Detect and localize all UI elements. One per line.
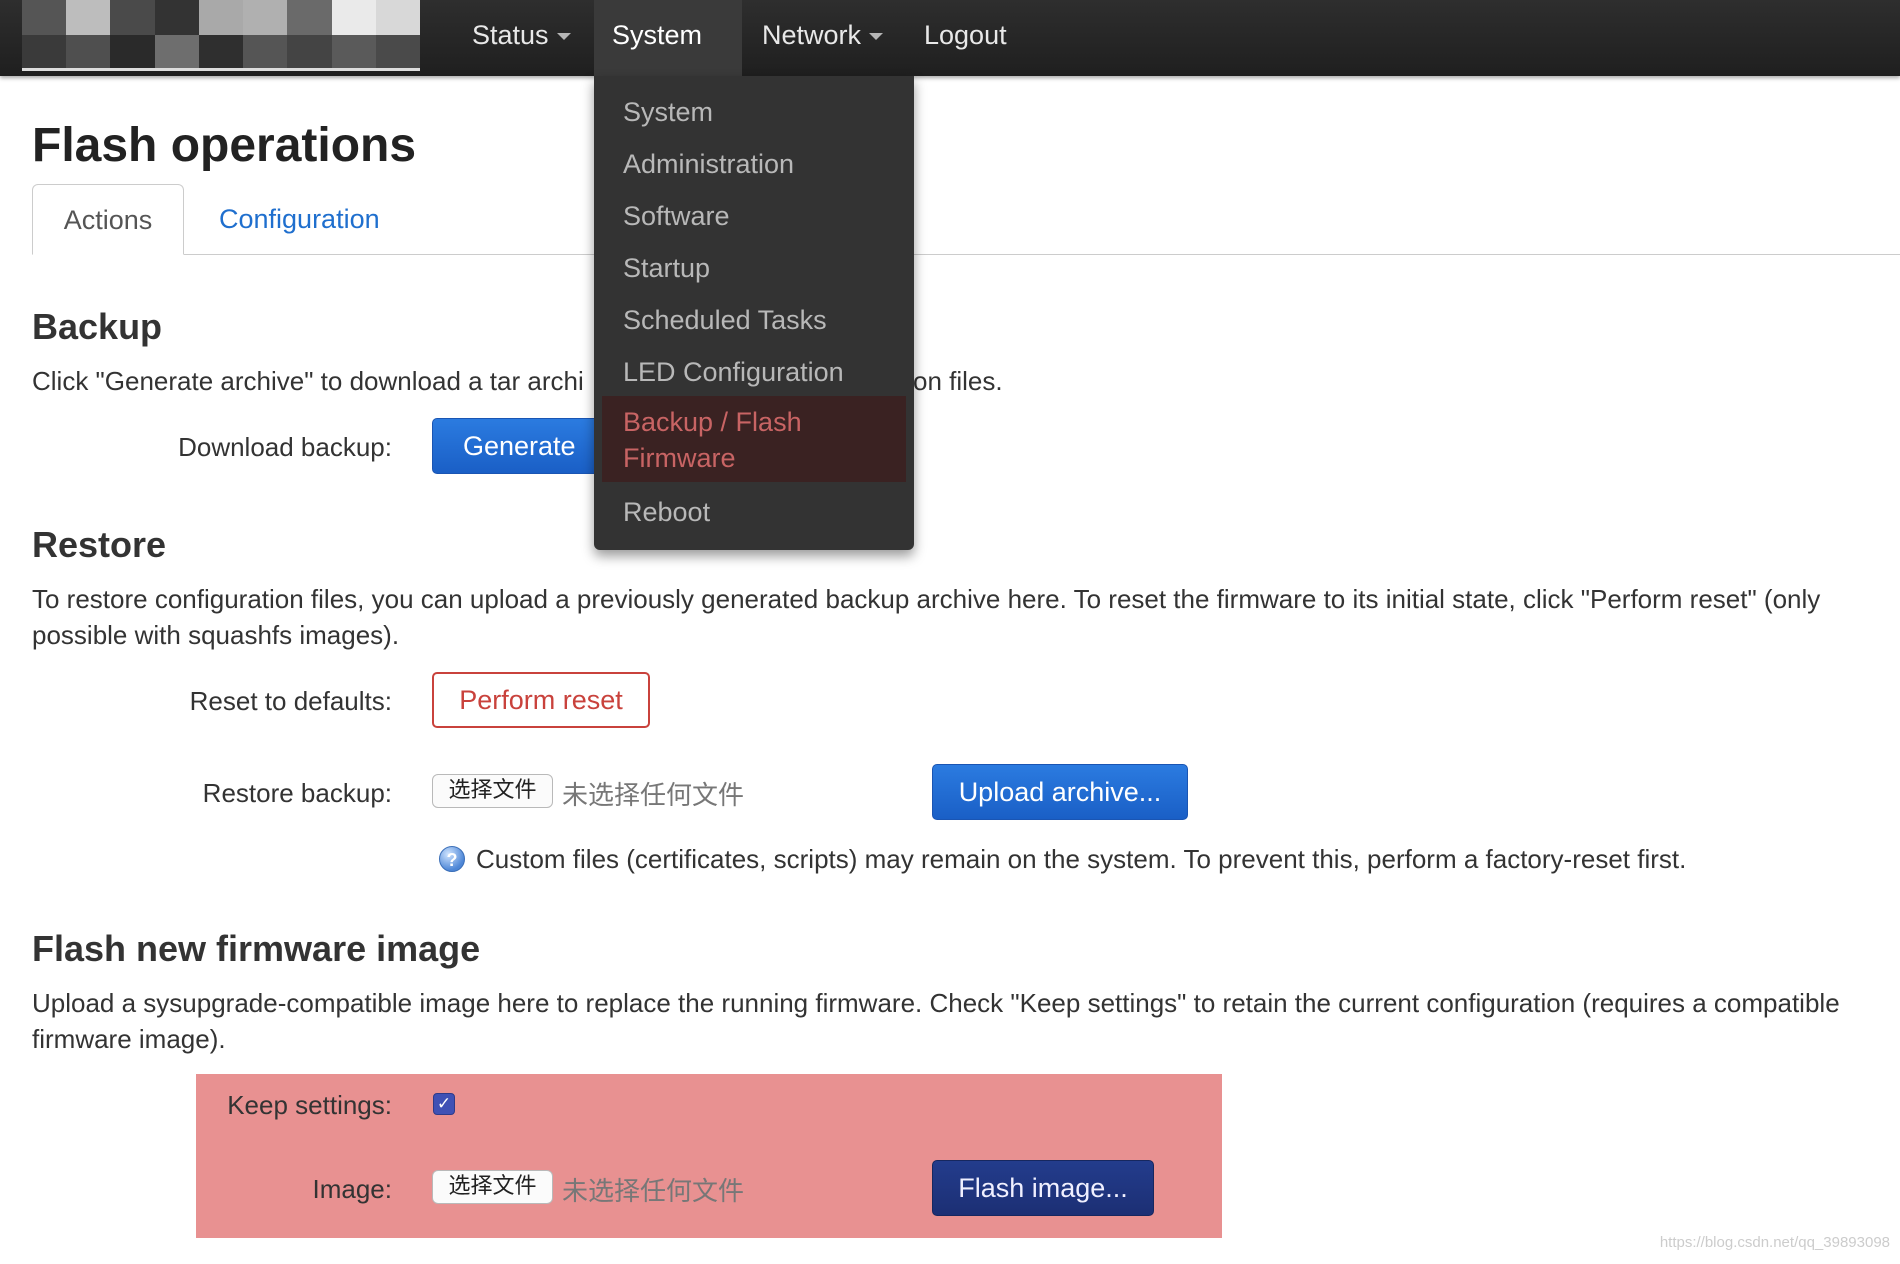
menu-item-led-configuration[interactable]: LED Configuration — [623, 354, 844, 390]
tab-actions[interactable]: Actions — [32, 184, 184, 255]
system-dropdown-menu: System Administration Software Startup S… — [594, 76, 914, 550]
image-label: Image: — [312, 1174, 393, 1204]
reset-defaults-label: Reset to defaults: — [189, 686, 392, 716]
menu-item-software[interactable]: Software — [623, 198, 730, 234]
backup-heading: Backup — [32, 306, 163, 347]
page-title: Flash operations — [32, 119, 417, 172]
restore-heading: Restore — [32, 524, 167, 565]
nav-status[interactable]: Status — [454, 0, 589, 76]
restore-choose-file-button[interactable]: 选择文件 — [432, 774, 553, 808]
restore-description-line2: possible with squashfs images). — [32, 620, 400, 650]
menu-item-administration[interactable]: Administration — [623, 146, 794, 182]
nav-status-label: Status — [472, 20, 549, 50]
keep-settings-label: Keep settings: — [227, 1090, 392, 1120]
tab-configuration[interactable]: Configuration — [219, 184, 380, 254]
brand-logo[interactable] — [22, 0, 420, 70]
menu-item-reboot[interactable]: Reboot — [623, 494, 710, 530]
top-navbar: Status System Network Logout — [0, 0, 1900, 111]
nav-logout[interactable]: Logout — [906, 0, 1025, 76]
restore-backup-label: Restore backup: — [202, 778, 392, 808]
flash-firmware-heading: Flash new firmware image — [32, 928, 481, 969]
keep-settings-checkbox[interactable]: ✓ — [433, 1093, 455, 1115]
restore-help-text: Custom files (certificates, scripts) may… — [476, 844, 1687, 874]
menu-item-backup-flash-firmware[interactable]: Backup / Flash Firmware — [602, 396, 906, 482]
download-backup-label: Download backup: — [178, 432, 392, 462]
nav-network-label: Network — [762, 20, 862, 50]
flash-image-button[interactable]: Flash image... — [932, 1160, 1154, 1216]
backup-description-end: on files. — [913, 366, 1003, 396]
help-info-icon: ? — [439, 846, 465, 872]
nav-logout-label: Logout — [924, 20, 1007, 50]
image-no-file-text: 未选择任何文件 — [562, 1177, 745, 1207]
menu-item-system[interactable]: System — [623, 94, 713, 130]
image-choose-file-button[interactable]: 选择文件 — [432, 1170, 553, 1204]
menu-item-startup[interactable]: Startup — [623, 250, 710, 286]
menu-item-backup-flash-line2: Firmware — [623, 443, 736, 473]
upload-archive-button[interactable]: Upload archive... — [932, 764, 1188, 820]
restore-description-line1: To restore configuration files, you can … — [32, 584, 1821, 614]
flash-description-line1: Upload a sysupgrade-compatible image her… — [32, 988, 1840, 1018]
menu-item-backup-flash-line1: Backup / Flash — [623, 407, 802, 437]
generate-archive-button[interactable]: Generate ar — [432, 418, 602, 474]
flash-description-line2: firmware image). — [32, 1024, 226, 1054]
logo-underline — [22, 68, 420, 71]
nav-system-label: System — [612, 20, 703, 50]
backup-description-start: Click "Generate archive" to download a t… — [32, 366, 584, 396]
menu-item-scheduled-tasks[interactable]: Scheduled Tasks — [623, 302, 827, 338]
restore-no-file-text: 未选择任何文件 — [562, 781, 745, 811]
nav-network[interactable]: Network — [744, 0, 901, 76]
caret-down-icon — [556, 33, 571, 41]
tabs-divider — [32, 254, 1900, 255]
perform-reset-button[interactable]: Perform reset — [432, 672, 650, 728]
caret-down-icon — [869, 33, 884, 41]
nav-system[interactable]: System — [594, 0, 742, 111]
watermark-text: https://blog.csdn.net/qq_39893098 — [1659, 1234, 1890, 1251]
